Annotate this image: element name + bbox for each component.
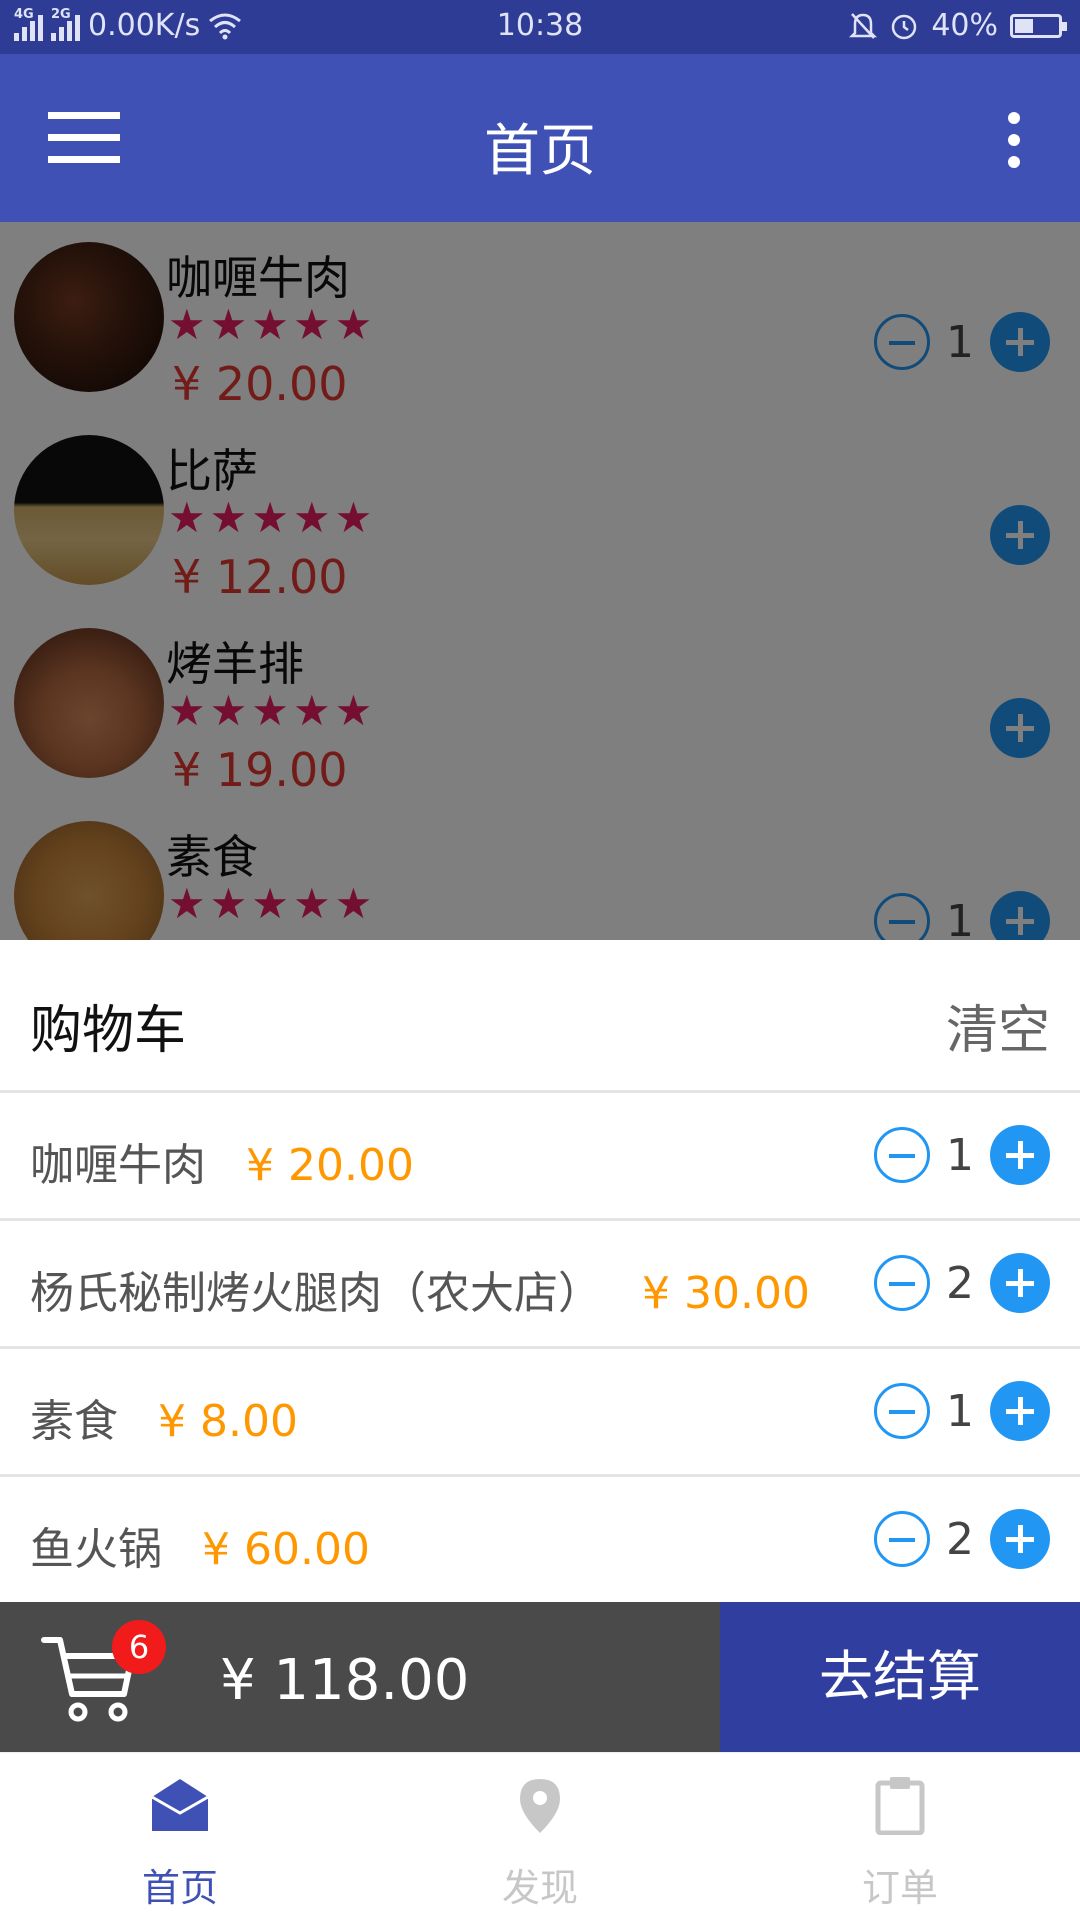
status-right: 40% [849, 8, 1067, 43]
cart-item-price: ¥ 30.00 [642, 1268, 810, 1319]
status-bar: 4G 2G 0.00K/s 10:38 40% [0, 0, 1080, 54]
checkout-button[interactable]: 去结算 [720, 1602, 1080, 1752]
cart-item-name: 素食 [30, 1396, 118, 1447]
cart-header: 购物车 清空 [0, 940, 1080, 1093]
nav-label: 发现 [501, 1866, 578, 1910]
minus-icon[interactable] [874, 1127, 930, 1183]
dim-overlay[interactable] [0, 222, 1080, 940]
quantity-stepper: 2 [874, 1509, 1050, 1569]
quantity-stepper: 1 [874, 1381, 1050, 1441]
location-pin-icon [520, 1779, 560, 1833]
quantity-value: 2 [946, 1513, 974, 1565]
app-bar: 首页 [0, 54, 1080, 222]
plus-icon[interactable] [990, 1125, 1050, 1185]
minus-icon[interactable] [874, 1511, 930, 1567]
minus-icon[interactable] [874, 1383, 930, 1439]
cart-total: ¥ 118.00 [220, 1648, 470, 1713]
plus-icon[interactable] [990, 1381, 1050, 1441]
quantity-value: 1 [946, 1129, 974, 1181]
mute-bell-icon [849, 12, 878, 39]
clipboard-icon [875, 1777, 925, 1835]
cart-title: 购物车 [30, 1001, 187, 1061]
page-title: 首页 [484, 119, 596, 184]
nav-item-discover[interactable]: 发现 [360, 1753, 720, 1921]
cart-item-name: 杨氏秘制烤火腿肉（农大店） [30, 1268, 602, 1319]
nav-item-orders[interactable]: 订单 [720, 1753, 1080, 1921]
battery-icon [1010, 13, 1067, 38]
nav-label: 订单 [861, 1866, 938, 1910]
cart-item-price: ¥ 20.00 [246, 1140, 414, 1191]
nav-label: 首页 [141, 1866, 218, 1910]
plus-icon[interactable] [990, 1509, 1050, 1569]
cart-sheet: 购物车 清空 咖喱牛肉 ¥ 20.00 1 杨氏秘制烤火腿肉（农大店） ¥ 30.0… [0, 940, 1080, 1602]
plus-icon[interactable] [990, 1253, 1050, 1313]
cart-item-name: 鱼火锅 [30, 1524, 162, 1575]
quantity-stepper: 1 [874, 1125, 1050, 1185]
quantity-stepper: 2 [874, 1253, 1050, 1313]
bottom-nav: 首页 发现 订单 [0, 1752, 1080, 1921]
alarm-icon [892, 14, 917, 39]
cart-item: 鱼火锅 ¥ 60.00 2 [0, 1477, 1080, 1602]
envelope-icon [151, 1779, 209, 1831]
cart-count-badge: 6 [112, 1620, 166, 1674]
checkout-bar: 6 ¥ 118.00 去结算 [0, 1602, 1080, 1752]
minus-icon[interactable] [874, 1255, 930, 1311]
quantity-value: 1 [946, 1385, 974, 1437]
cart-item: 素食 ¥ 8.00 1 [0, 1349, 1080, 1477]
battery-percent: 40% [931, 8, 998, 43]
cart-item-name: 咖喱牛肉 [30, 1140, 206, 1191]
nav-item-home[interactable]: 首页 [0, 1753, 360, 1921]
clear-cart-button[interactable]: 清空 [946, 988, 1050, 1063]
quantity-value: 2 [946, 1257, 974, 1309]
cart-item-price: ¥ 8.00 [158, 1396, 298, 1447]
cart-item: 咖喱牛肉 ¥ 20.00 1 [0, 1093, 1080, 1221]
cart-item: 杨氏秘制烤火腿肉（农大店） ¥ 30.00 2 [0, 1221, 1080, 1349]
more-options-icon[interactable] [1000, 112, 1028, 168]
cart-item-price: ¥ 60.00 [202, 1524, 370, 1575]
